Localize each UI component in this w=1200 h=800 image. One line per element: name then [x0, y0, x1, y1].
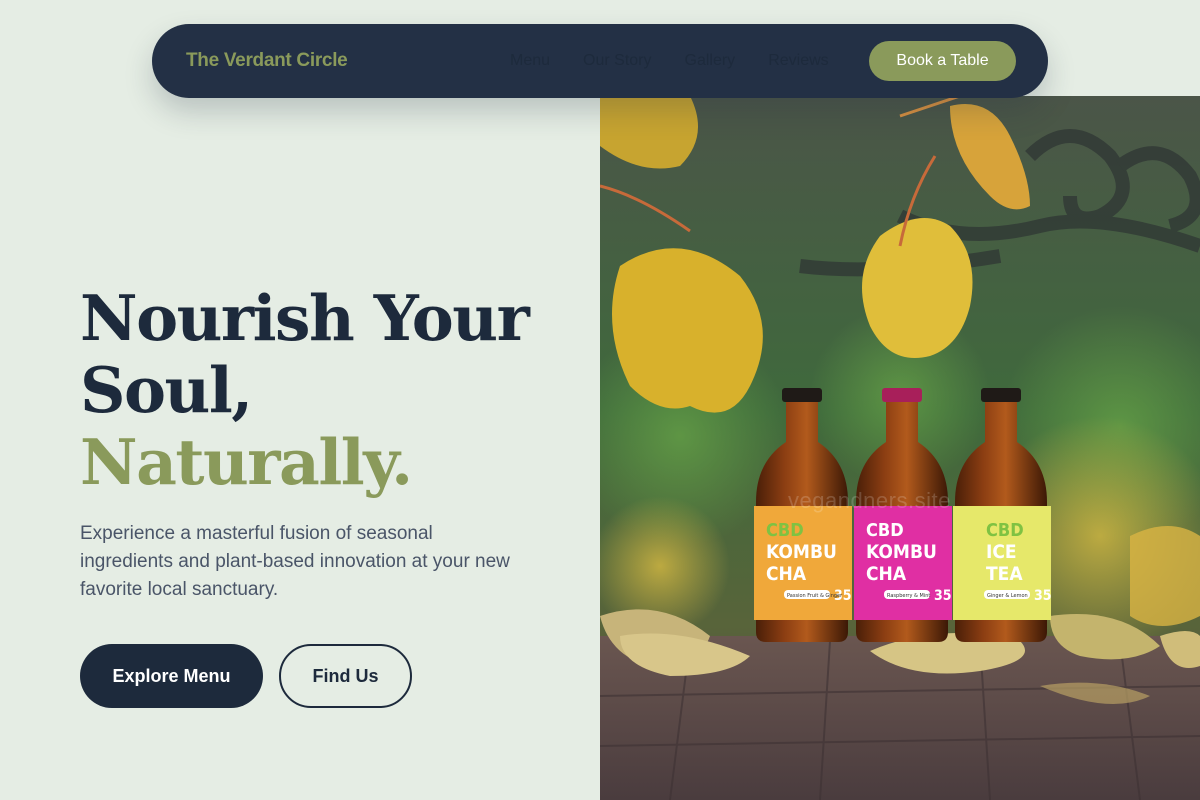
hero-title-line-2: Soul,	[80, 353, 253, 427]
nav-links: Menu Our Story Gallery Reviews	[510, 24, 829, 98]
nav-link-menu[interactable]: Menu	[510, 52, 550, 70]
explore-menu-button[interactable]: Explore Menu	[80, 644, 263, 708]
nav-link-gallery[interactable]: Gallery	[685, 52, 736, 70]
bottle-2-brand: CBD	[866, 520, 904, 541]
hero-description: Experience a masterful fusion of seasona…	[80, 523, 510, 600]
hero-title-line-1: Nourish Your	[80, 281, 530, 355]
hero-actions: Explore Menu Find Us	[80, 644, 580, 708]
hero-photo: CBD KOMBU CHA 35 CBD KOMBU CHA 35 CBD IC…	[600, 96, 1200, 800]
image-watermark: vegandners.site	[788, 488, 951, 513]
bottle-2-flavor: Raspberry & Mint	[887, 593, 930, 599]
hero-title-accent: Naturally.	[80, 425, 413, 499]
bottle-3-number: 35	[1034, 588, 1052, 604]
nav-link-reviews[interactable]: Reviews	[768, 52, 828, 70]
hero-title: Nourish Your Soul, Naturally.	[80, 282, 580, 498]
kombucha-bottles-photo: CBD KOMBU CHA 35 CBD KOMBU CHA 35 CBD IC…	[600, 96, 1200, 800]
bottle-1-name-line2: CHA	[766, 563, 807, 585]
hero-content: Nourish Your Soul, Naturally. Experience…	[80, 282, 580, 708]
bottle-2-name-line2: CHA	[866, 563, 907, 585]
bottle-1-brand: CBD	[766, 520, 804, 541]
navbar: The Verdant Circle Menu Our Story Galler…	[152, 24, 1048, 98]
bottle-2-name-line1: KOMBU	[866, 541, 937, 563]
bottle-2-number: 35	[934, 588, 952, 604]
bottle-3-name-line2: TEA	[986, 563, 1023, 585]
book-table-button[interactable]: Book a Table	[869, 41, 1016, 81]
brand-logo[interactable]: The Verdant Circle	[186, 24, 348, 98]
bottle-3-flavor: Ginger & Lemon	[987, 593, 1028, 599]
nav-link-our-story[interactable]: Our Story	[583, 52, 651, 70]
bottle-1-name-line1: KOMBU	[766, 541, 837, 563]
find-us-button[interactable]: Find Us	[279, 644, 412, 708]
bottle-3-name-line1: ICE	[986, 541, 1017, 563]
bottle-3-brand: CBD	[986, 520, 1024, 541]
bottle-1-flavor: Passion Fruit & Ginger	[787, 593, 843, 599]
